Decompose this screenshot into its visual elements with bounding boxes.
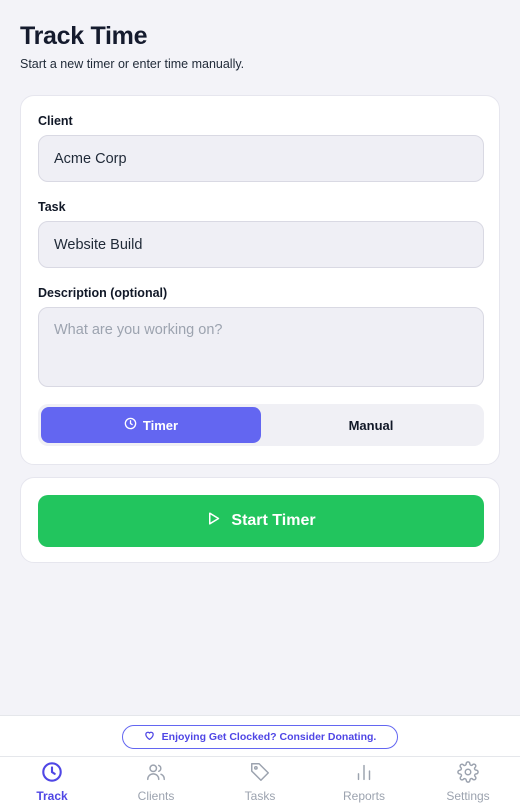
start-timer-button[interactable]: Start Timer [38, 495, 484, 547]
tab-reports-label: Reports [342, 789, 386, 803]
bar-chart-icon [353, 761, 375, 783]
description-placeholder: What are you working on? [54, 322, 223, 338]
description-label: Description (optional) [38, 286, 168, 300]
task-select-value: Website Build [54, 236, 143, 253]
page-subtitle: Start a new timer or enter time manually… [20, 57, 245, 71]
users-icon [145, 761, 167, 783]
mode-toggle: Timer Manual [38, 404, 484, 446]
tag-icon [249, 761, 271, 783]
tab-reports[interactable]: Reports [312, 761, 416, 810]
start-timer-label: Start Timer [231, 512, 316, 529]
client-select[interactable]: Acme Corp [38, 135, 484, 182]
tab-track-label: Track [36, 789, 68, 803]
tab-clients[interactable]: Clients [104, 761, 208, 810]
time-entry-form-card: Client Acme Corp Task Website Build Desc… [20, 95, 500, 465]
client-select-value: Acme Corp [54, 150, 127, 167]
task-label: Task [38, 200, 66, 214]
clock-icon [124, 417, 137, 433]
manual-mode-label: Manual [348, 417, 394, 433]
timer-mode-label: Timer [142, 417, 179, 433]
action-card: Start Timer [20, 477, 500, 563]
tab-clients-label: Clients [137, 789, 175, 803]
tab-settings-label: Settings [446, 789, 490, 803]
clock-icon [41, 761, 63, 783]
gear-icon [457, 761, 479, 783]
header: Track Time Start a new timer or enter ti… [20, 22, 244, 71]
timer-mode-button[interactable]: Timer [41, 407, 261, 443]
description-textarea[interactable]: What are you working on? [38, 307, 484, 387]
tab-track[interactable]: Track [0, 761, 104, 810]
nav-divider [0, 756, 520, 757]
bottom-tab-bar: Track Clients Tasks Reports Settings [0, 761, 520, 810]
heart-icon [144, 730, 155, 744]
donate-label: Enjoying Get Clocked? Consider Donating. [161, 731, 377, 743]
manual-mode-button[interactable]: Manual [261, 407, 481, 443]
client-label: Client [38, 114, 73, 128]
play-icon [206, 511, 221, 531]
tab-tasks-label: Tasks [244, 789, 276, 803]
tab-settings[interactable]: Settings [416, 761, 520, 810]
donate-button[interactable]: Enjoying Get Clocked? Consider Donating. [122, 725, 398, 749]
bottom-area: Enjoying Get Clocked? Consider Donating.… [0, 715, 520, 810]
tab-tasks[interactable]: Tasks [208, 761, 312, 810]
task-select[interactable]: Website Build [38, 221, 484, 268]
page-title: Track Time [20, 22, 148, 50]
